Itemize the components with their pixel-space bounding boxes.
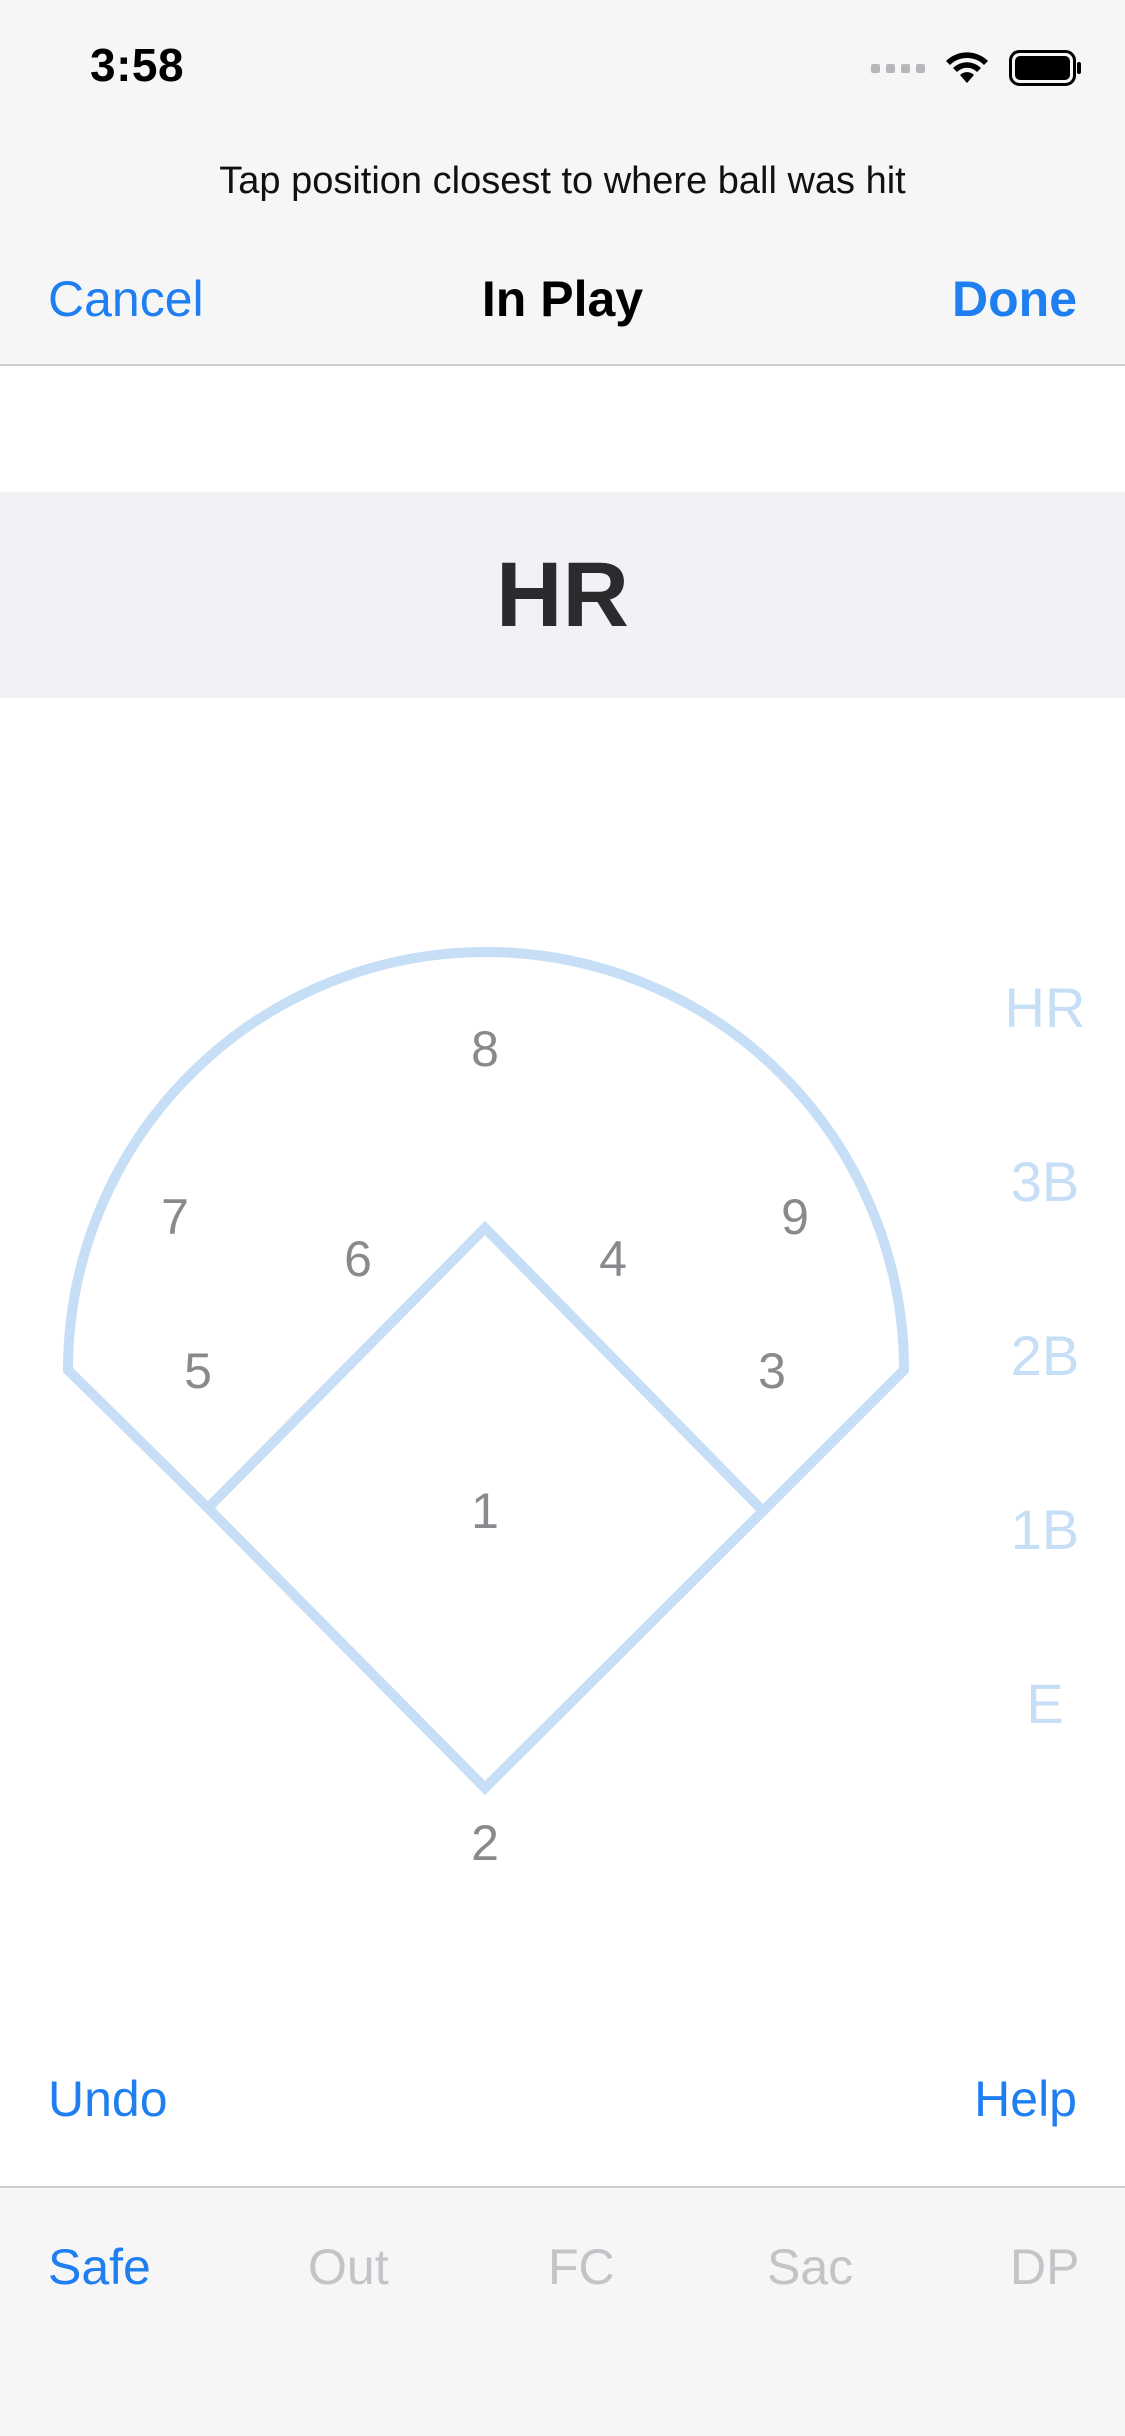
cellular-signal-icon	[871, 63, 925, 73]
hit-type-error[interactable]: E	[965, 1671, 1125, 1736]
tab-safe[interactable]: Safe	[48, 2238, 151, 2296]
result-label: HR	[496, 543, 629, 646]
tab-dp[interactable]: DP	[1010, 2238, 1079, 2296]
position-5[interactable]: 5	[184, 1343, 212, 1399]
hit-type-2b[interactable]: 2B	[965, 1323, 1125, 1388]
tab-fc[interactable]: FC	[548, 2238, 615, 2296]
done-button[interactable]: Done	[952, 270, 1077, 328]
instruction-text: Tap position closest to where ball was h…	[219, 160, 906, 202]
position-7[interactable]: 7	[161, 1189, 189, 1245]
cancel-button[interactable]: Cancel	[48, 270, 204, 328]
status-icons	[871, 50, 1083, 86]
help-button[interactable]: Help	[974, 2070, 1077, 2128]
hit-type-1b[interactable]: 1B	[965, 1497, 1125, 1562]
tab-sac[interactable]: Sac	[767, 2238, 853, 2296]
position-6[interactable]: 6	[344, 1231, 372, 1287]
tab-out[interactable]: Out	[308, 2238, 389, 2296]
position-3[interactable]: 3	[758, 1343, 786, 1399]
position-8[interactable]: 8	[471, 1021, 499, 1077]
position-2[interactable]: 2	[471, 1815, 499, 1871]
header: 3:58 Tap position closest to where ball …	[0, 0, 1125, 366]
wifi-icon	[946, 52, 988, 83]
battery-icon	[1009, 50, 1081, 86]
position-1[interactable]: 1	[471, 1483, 499, 1539]
hit-type-3b[interactable]: 3B	[965, 1149, 1125, 1214]
result-display: HR	[0, 492, 1125, 698]
position-9[interactable]: 9	[781, 1189, 809, 1245]
position-4[interactable]: 4	[599, 1231, 627, 1287]
position-labels: 8 7 9 6 4 5 3 1 2	[161, 1021, 809, 1871]
outcome-tab-bar: Safe Out FC Sac DP	[0, 2186, 1125, 2436]
undo-button[interactable]: Undo	[48, 2070, 168, 2128]
hit-type-hr[interactable]: HR	[965, 975, 1125, 1040]
status-time: 3:58	[90, 39, 185, 91]
in-play-screen: 3:58 Tap position closest to where ball …	[0, 0, 1125, 2436]
